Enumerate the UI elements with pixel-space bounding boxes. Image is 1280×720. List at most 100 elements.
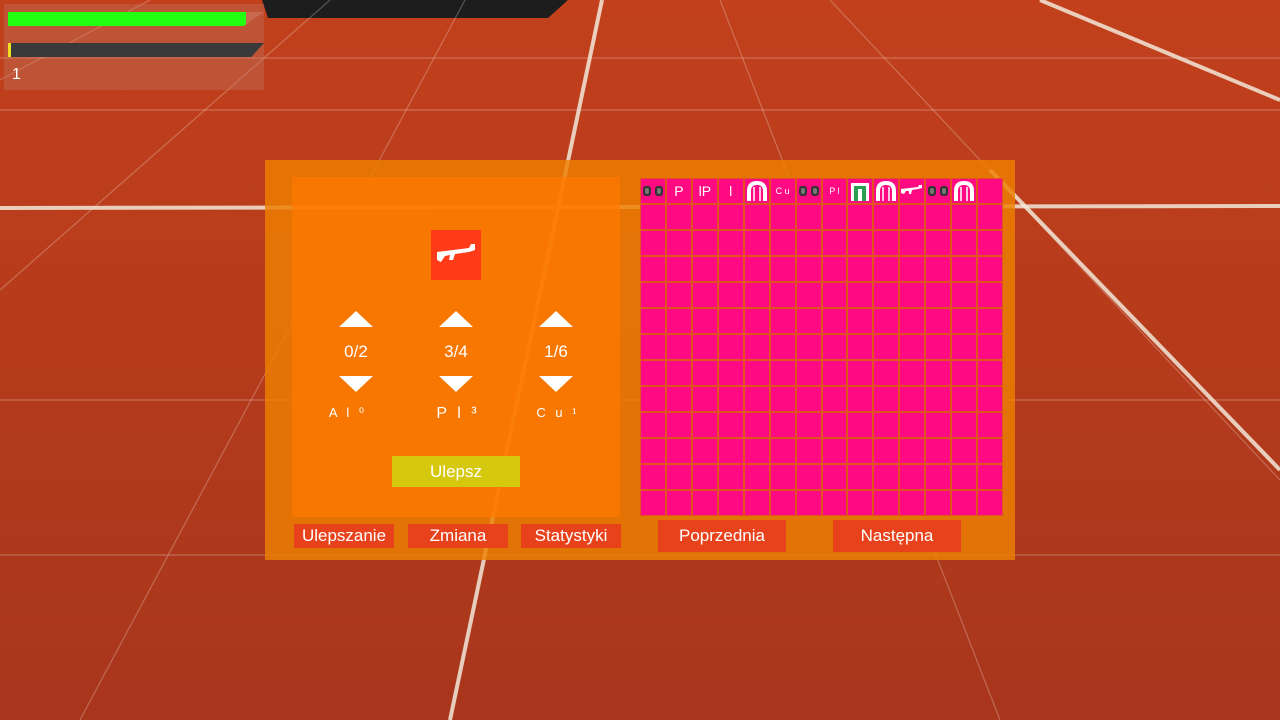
stat-1-increase-arrow[interactable] <box>339 311 373 327</box>
inventory-slot[interactable] <box>744 491 769 515</box>
inventory-slot[interactable] <box>770 361 795 385</box>
inventory-slot[interactable] <box>978 413 1002 437</box>
inventory-slot[interactable] <box>848 491 873 515</box>
previous-page-button[interactable]: Poprzednia <box>658 520 786 552</box>
inventory-slot[interactable] <box>641 257 665 281</box>
inventory-slot[interactable]: lP <box>692 179 717 203</box>
inventory-slot[interactable] <box>874 413 899 437</box>
inventory-slot[interactable] <box>666 465 691 489</box>
inventory-slot[interactable] <box>770 205 795 229</box>
inventory-slot[interactable] <box>822 231 847 255</box>
inventory-slot[interactable] <box>718 439 743 463</box>
inventory-slot[interactable] <box>744 283 769 307</box>
inventory-slot[interactable] <box>666 491 691 515</box>
inventory-slot[interactable]: P l <box>822 179 847 203</box>
inventory-slot[interactable] <box>641 413 665 437</box>
inventory-slot[interactable] <box>796 283 821 307</box>
inventory-slot[interactable] <box>641 361 665 385</box>
inventory-slot[interactable] <box>822 387 847 411</box>
inventory-slot[interactable] <box>874 179 899 203</box>
stat-2-decrease-arrow[interactable] <box>439 376 473 392</box>
inventory-slot[interactable] <box>952 231 977 255</box>
inventory-slot[interactable] <box>718 361 743 385</box>
inventory-slot[interactable] <box>744 465 769 489</box>
inventory-slot[interactable] <box>822 205 847 229</box>
inventory-slot[interactable] <box>770 413 795 437</box>
inventory-slot[interactable] <box>692 413 717 437</box>
inventory-slot[interactable] <box>874 335 899 359</box>
inventory-slot[interactable] <box>874 283 899 307</box>
inventory-slot[interactable] <box>796 309 821 333</box>
inventory-slot[interactable] <box>666 387 691 411</box>
upgrade-button[interactable]: Ulepsz <box>392 456 520 487</box>
inventory-slot[interactable] <box>900 361 925 385</box>
inventory-slot[interactable] <box>926 309 951 333</box>
inventory-slot[interactable] <box>926 231 951 255</box>
inventory-slot[interactable] <box>770 231 795 255</box>
inventory-slot[interactable] <box>952 361 977 385</box>
inventory-slot[interactable] <box>848 179 873 203</box>
inventory-slot[interactable] <box>666 257 691 281</box>
inventory-slot[interactable] <box>666 361 691 385</box>
inventory-slot[interactable] <box>796 257 821 281</box>
inventory-slot[interactable] <box>796 387 821 411</box>
inventory-slot[interactable] <box>900 439 925 463</box>
inventory-slot[interactable] <box>822 309 847 333</box>
inventory-slot[interactable] <box>900 491 925 515</box>
inventory-slot[interactable] <box>900 335 925 359</box>
inventory-slot[interactable] <box>770 439 795 463</box>
inventory-slot[interactable] <box>952 179 977 203</box>
inventory-slot[interactable] <box>952 257 977 281</box>
inventory-slot[interactable] <box>770 283 795 307</box>
stat-2-increase-arrow[interactable] <box>439 311 473 327</box>
inventory-slot[interactable] <box>718 387 743 411</box>
inventory-slot[interactable] <box>822 283 847 307</box>
tab-change[interactable]: Zmiana <box>408 524 508 548</box>
inventory-slot[interactable] <box>874 465 899 489</box>
inventory-slot[interactable] <box>641 205 665 229</box>
inventory-slot[interactable] <box>874 257 899 281</box>
inventory-slot[interactable] <box>718 231 743 255</box>
inventory-slot[interactable] <box>978 361 1002 385</box>
inventory-slot[interactable] <box>900 231 925 255</box>
inventory-slot[interactable] <box>926 205 951 229</box>
inventory-slot[interactable] <box>848 335 873 359</box>
inventory-slot[interactable] <box>848 283 873 307</box>
inventory-slot[interactable] <box>926 257 951 281</box>
inventory-slot[interactable] <box>641 231 665 255</box>
inventory-slot[interactable] <box>926 465 951 489</box>
tab-upgrade[interactable]: Ulepszanie <box>294 524 394 548</box>
inventory-slot[interactable] <box>978 179 1002 203</box>
inventory-slot[interactable] <box>744 309 769 333</box>
inventory-slot[interactable] <box>796 179 821 203</box>
inventory-slot[interactable] <box>718 465 743 489</box>
inventory-slot[interactable] <box>874 387 899 411</box>
inventory-slot[interactable] <box>718 491 743 515</box>
inventory-slot[interactable] <box>952 283 977 307</box>
inventory-slot[interactable] <box>641 465 665 489</box>
inventory-slot[interactable] <box>952 413 977 437</box>
inventory-slot[interactable] <box>952 335 977 359</box>
inventory-slot[interactable] <box>926 361 951 385</box>
inventory-slot[interactable] <box>822 257 847 281</box>
inventory-slot[interactable] <box>848 413 873 437</box>
inventory-slot[interactable] <box>952 491 977 515</box>
inventory-slot[interactable] <box>796 231 821 255</box>
inventory-slot[interactable] <box>718 205 743 229</box>
inventory-slot[interactable] <box>744 335 769 359</box>
inventory-slot[interactable] <box>692 257 717 281</box>
inventory-slot[interactable] <box>796 491 821 515</box>
inventory-slot[interactable] <box>848 387 873 411</box>
inventory-slot[interactable] <box>692 283 717 307</box>
inventory-slot[interactable] <box>692 361 717 385</box>
inventory-slot[interactable] <box>796 465 821 489</box>
inventory-slot[interactable] <box>744 205 769 229</box>
stat-3-decrease-arrow[interactable] <box>539 376 573 392</box>
inventory-slot[interactable]: P <box>666 179 691 203</box>
inventory-slot[interactable] <box>666 335 691 359</box>
inventory-slot[interactable] <box>874 205 899 229</box>
inventory-slot[interactable] <box>770 387 795 411</box>
inventory-slot[interactable] <box>796 439 821 463</box>
inventory-slot[interactable] <box>978 309 1002 333</box>
inventory-slot[interactable] <box>718 257 743 281</box>
